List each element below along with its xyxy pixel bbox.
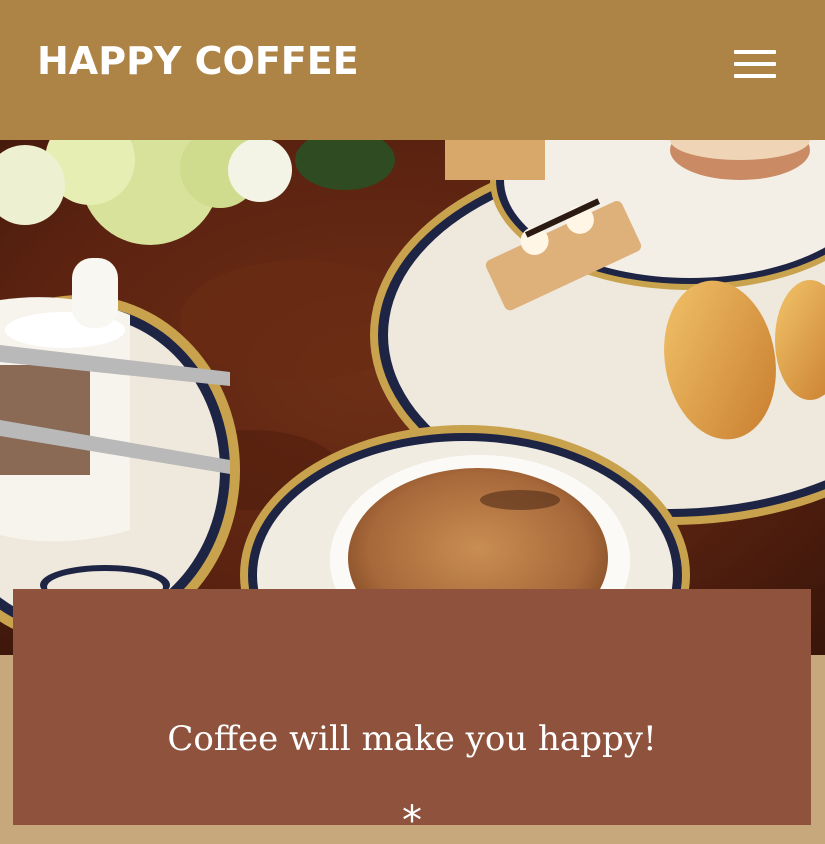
asterisk-ornament-icon: * (402, 798, 422, 844)
tagline-text: Coffee will make you happy! (167, 719, 657, 759)
menu-bar-middle (734, 62, 776, 66)
coffee-table-photo (0, 140, 825, 655)
tagline-card: Coffee will make you happy! * (13, 589, 811, 841)
hamburger-menu-icon[interactable] (734, 48, 780, 80)
site-header: HAPPY COFFEE (0, 0, 825, 140)
menu-bar-top (734, 50, 776, 54)
hero-image (0, 140, 825, 655)
brand-logo[interactable]: HAPPY COFFEE (37, 38, 359, 84)
menu-bar-bottom (734, 74, 776, 78)
